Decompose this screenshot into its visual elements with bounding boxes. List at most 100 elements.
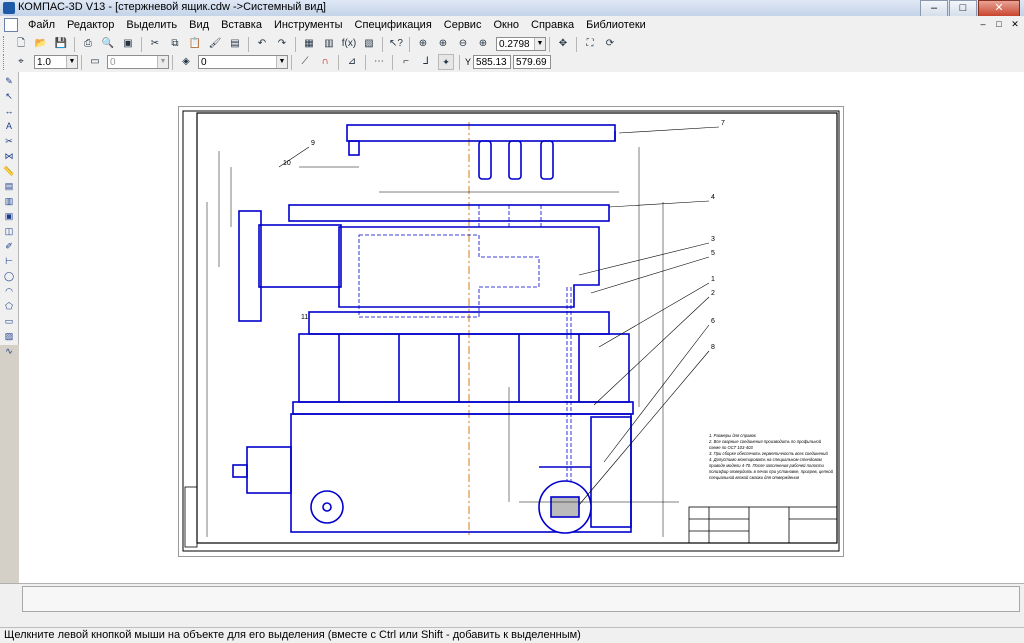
drawing-sheet[interactable]: 7 4 3 5 1 2 6 8 9 10 11 1. Размеры для с… — [178, 106, 844, 557]
properties-panel-area[interactable] — [22, 586, 1020, 612]
new-document-icon[interactable]: 🗋 — [13, 36, 29, 52]
help-pointer-icon[interactable]: ↖? — [388, 36, 404, 52]
cut-icon[interactable]: ✂ — [147, 36, 163, 52]
separator — [576, 36, 577, 52]
coord-x-field[interactable]: 585.13 — [473, 55, 512, 69]
kompas-app-icon[interactable] — [3, 2, 15, 14]
grid-icon[interactable]: ⋯ — [371, 54, 387, 70]
spline-icon[interactable]: ∿ — [3, 345, 15, 357]
note-line: полиэфир отвердить в печах при установке… — [709, 469, 834, 474]
print-preview-icon[interactable]: 🔍 — [100, 36, 116, 52]
layers-icon[interactable]: ▧ — [361, 36, 377, 52]
undo-icon[interactable]: ↶ — [254, 36, 270, 52]
geometry-icon[interactable]: ✎ — [3, 75, 15, 87]
doc-minimize-button[interactable]: – — [976, 18, 990, 31]
manager-icon[interactable]: ▦ — [301, 36, 317, 52]
view-value: 0 — [110, 56, 116, 68]
designations-icon[interactable]: A — [3, 120, 15, 132]
circle-icon[interactable]: ◯ — [3, 270, 15, 282]
fragment-icon[interactable]: ◫ — [3, 225, 15, 237]
snap-toggle-icon[interactable]: ✦ — [438, 54, 454, 70]
menu-service[interactable]: Сервис — [438, 19, 488, 31]
library-icon[interactable]: ▥ — [321, 36, 337, 52]
redo-icon[interactable]: ↷ — [274, 36, 290, 52]
drawing-workspace[interactable]: 7 4 3 5 1 2 6 8 9 10 11 1. Размеры для с… — [19, 72, 1024, 583]
editing-icon[interactable]: ✂ — [3, 135, 15, 147]
note-line: приводе модели 4-70. После заполнения ра… — [709, 463, 824, 468]
select-icon[interactable]: ↖ — [3, 90, 15, 102]
drawing-canvas[interactable]: 7 4 3 5 1 2 6 8 9 10 11 1. Размеры для с… — [179, 107, 843, 556]
hatch-icon[interactable]: ▨ — [3, 330, 15, 342]
copy-icon[interactable]: ⧉ — [167, 36, 183, 52]
round-icon[interactable]: ⌐ — [398, 54, 414, 70]
zoom-out-icon[interactable]: ⊖ — [455, 36, 471, 52]
pan-icon[interactable]: ✥ — [555, 36, 571, 52]
chevron-down-icon[interactable]: ▼ — [66, 56, 77, 68]
note-line: 2. Все сварные соединения производить по… — [708, 439, 822, 444]
reports-icon[interactable]: ▥ — [3, 195, 15, 207]
local-cs-icon[interactable]: ⟋ — [297, 54, 313, 70]
menu-editor[interactable]: Редактор — [61, 19, 120, 31]
rectangle-icon[interactable]: ▭ — [3, 315, 15, 327]
refresh-icon[interactable]: ⟳ — [602, 36, 618, 52]
paste-icon[interactable]: 📋 — [187, 36, 203, 52]
doc-close-button[interactable]: ✕ — [1008, 18, 1022, 31]
dimensions-icon[interactable]: ↔ — [3, 105, 15, 117]
chevron-down-icon[interactable]: ▼ — [534, 38, 545, 50]
menu-view[interactable]: Вид — [183, 19, 215, 31]
toolbar-grip[interactable] — [3, 36, 7, 52]
coord-y-field[interactable]: 579.69 — [513, 55, 552, 69]
coord-label: Y — [465, 57, 472, 67]
zoom-scale-icon[interactable]: ⊕ — [475, 36, 491, 52]
parametrization-icon[interactable]: ⋈ — [3, 150, 15, 162]
chevron-down-icon[interactable]: ▼ — [157, 56, 168, 68]
step-combo[interactable]: 1.0 ▼ — [34, 55, 78, 69]
separator — [248, 36, 249, 52]
menu-insert[interactable]: Вставка — [215, 19, 268, 31]
callout-label: 8 — [711, 344, 715, 351]
menu-select[interactable]: Выделить — [120, 19, 183, 31]
menu-tools[interactable]: Инструменты — [268, 19, 349, 31]
zoom-window-icon[interactable]: ⊕ — [415, 36, 431, 52]
ortho-mode-icon[interactable]: ⅃ — [418, 54, 434, 70]
arc-icon[interactable]: ◠ — [3, 285, 15, 297]
menu-specification[interactable]: Спецификация — [349, 19, 438, 31]
open-icon[interactable]: 📂 — [33, 36, 49, 52]
view-icon[interactable]: ▭ — [87, 54, 103, 70]
save-icon[interactable]: 💾 — [53, 36, 69, 52]
chevron-down-icon[interactable]: ▼ — [276, 56, 287, 68]
left-stamp — [184, 486, 198, 548]
spec-icon[interactable]: ▤ — [3, 180, 15, 192]
doc-maximize-button[interactable]: □ — [992, 18, 1006, 31]
properties-panel — [0, 583, 1024, 628]
menu-window[interactable]: Окно — [487, 19, 525, 31]
axis-icon[interactable]: ⊢ — [3, 255, 15, 267]
view-combo[interactable]: 0 ▼ — [107, 55, 169, 69]
menu-libraries[interactable]: Библиотеки — [580, 19, 652, 31]
page-setup-icon[interactable]: ▣ — [120, 36, 136, 52]
polygon-icon[interactable]: ⬠ — [3, 300, 15, 312]
document-icon[interactable] — [4, 18, 18, 32]
title-bar: КОМПАС-3D V13 - [стержневой ящик.cdw ->С… — [0, 0, 1024, 17]
format-painter-icon[interactable]: 🖌 — [207, 36, 223, 52]
ortho-icon[interactable]: ⊿ — [344, 54, 360, 70]
measure-icon[interactable]: 📏 — [3, 165, 15, 177]
insert-icon[interactable]: ▣ — [3, 210, 15, 222]
properties-icon[interactable]: ▤ — [227, 36, 243, 52]
menu-file[interactable]: Файл — [22, 19, 61, 31]
minimize-button[interactable]: – — [920, 0, 948, 17]
zoom-combo[interactable]: 0.2798 ▼ — [496, 37, 546, 51]
print-icon[interactable]: ⎙ — [80, 36, 96, 52]
toolbar-grip[interactable] — [3, 54, 7, 70]
show-all-icon[interactable]: ⛶ — [582, 36, 598, 52]
zoom-in-icon[interactable]: ⊕ — [435, 36, 451, 52]
layer-combo[interactable]: 0 ▼ — [198, 55, 288, 69]
maximize-button[interactable]: □ — [949, 0, 977, 17]
cursor-step-icon[interactable]: ⌖ — [13, 54, 29, 70]
snap-magnet-icon[interactable]: ∩ — [317, 54, 333, 70]
layer-icon[interactable]: ◈ — [178, 54, 194, 70]
close-button[interactable]: ✕ — [978, 0, 1020, 17]
menu-help[interactable]: Справка — [525, 19, 580, 31]
variables-icon[interactable]: f(x) — [341, 36, 357, 52]
pen-icon[interactable]: ✐ — [3, 240, 15, 252]
